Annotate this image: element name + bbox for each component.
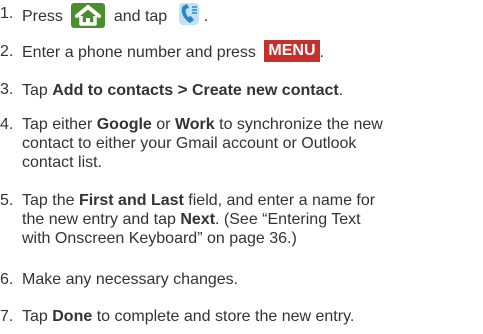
step-6: 6. Make any necessary changes. <box>0 270 476 289</box>
step-text-pre: Tap <box>22 308 48 325</box>
step-text: Make any necessary changes. <box>22 271 239 288</box>
step-number: 5. <box>0 192 14 209</box>
step-text-mid: or <box>156 116 171 133</box>
step-2: 2. Enter a phone number and press MENU. <box>0 40 476 64</box>
step-number: 4. <box>0 116 14 133</box>
step-text-line3: contact list. <box>22 154 103 171</box>
menu-key-icon: MENU <box>264 40 320 62</box>
step-1: 1. Press and tap . <box>0 1 476 30</box>
step-text: Tap either Google or Work to synchronize… <box>22 115 476 172</box>
step-text-pre: Tap the <box>22 192 75 209</box>
step-4: 4. Tap either Google or Work to synchron… <box>0 115 476 172</box>
step-number: 3. <box>0 81 14 98</box>
step-3: 3. Tap Add to contacts > Create new cont… <box>0 80 476 100</box>
step-text-line1-post: to synchronize the new <box>219 116 383 133</box>
step-text: Enter a phone number and press MENU. <box>22 40 476 64</box>
step-7: 7. Tap Done to complete and store the ne… <box>0 307 476 326</box>
step-text: Tap the First and Last field, and enter … <box>22 191 476 248</box>
step-text-line2-post: . (See “Entering Text <box>215 211 361 228</box>
first-and-last-label: First and Last <box>78 192 184 209</box>
step-text-line2-pre: the new entry and tap <box>22 211 176 228</box>
step-text-post: . <box>319 44 324 62</box>
step-text-mid: and tap <box>113 8 168 26</box>
create-new-contact-label: Create new contact <box>191 82 339 99</box>
done-label: Done <box>52 308 93 325</box>
menu-path-separator: > <box>177 80 188 99</box>
next-label: Next <box>180 211 216 228</box>
add-to-contacts-label: Add to contacts <box>52 82 174 99</box>
step-number: 2. <box>0 43 14 60</box>
google-label: Google <box>96 116 152 133</box>
step-text-post: . <box>203 8 209 26</box>
step-text-post: to complete and store the new entry. <box>96 308 355 325</box>
step-text-line1-post: field, and enter a name for <box>188 192 376 209</box>
step-text-pre: Enter a phone number and press <box>22 44 256 62</box>
step-text-post: . <box>338 82 344 99</box>
step-number: 6. <box>0 271 14 288</box>
step-5: 5. Tap the First and Last field, and ent… <box>0 191 476 248</box>
step-text-line2: contact to either your Gmail account or … <box>22 135 357 152</box>
home-icon <box>71 2 106 28</box>
step-number: 1. <box>0 5 14 22</box>
step-text-line3: with Onscreen Keyboard” on page 36.) <box>22 230 297 247</box>
step-number: 7. <box>0 308 14 325</box>
step-text: Tap Add to contacts > Create new contact… <box>22 80 476 100</box>
work-label: Work <box>174 116 215 133</box>
step-text: Tap Done to complete and store the new e… <box>22 307 476 326</box>
step-text: Press and tap . <box>22 1 476 30</box>
phone-icon <box>176 1 202 27</box>
step-text-pre: Tap either <box>22 116 93 133</box>
step-text-pre: Tap <box>22 82 48 99</box>
instruction-steps: 1. Press and tap . 2. Enter a phone numb… <box>0 0 483 334</box>
step-text-pre: Press <box>22 8 63 26</box>
